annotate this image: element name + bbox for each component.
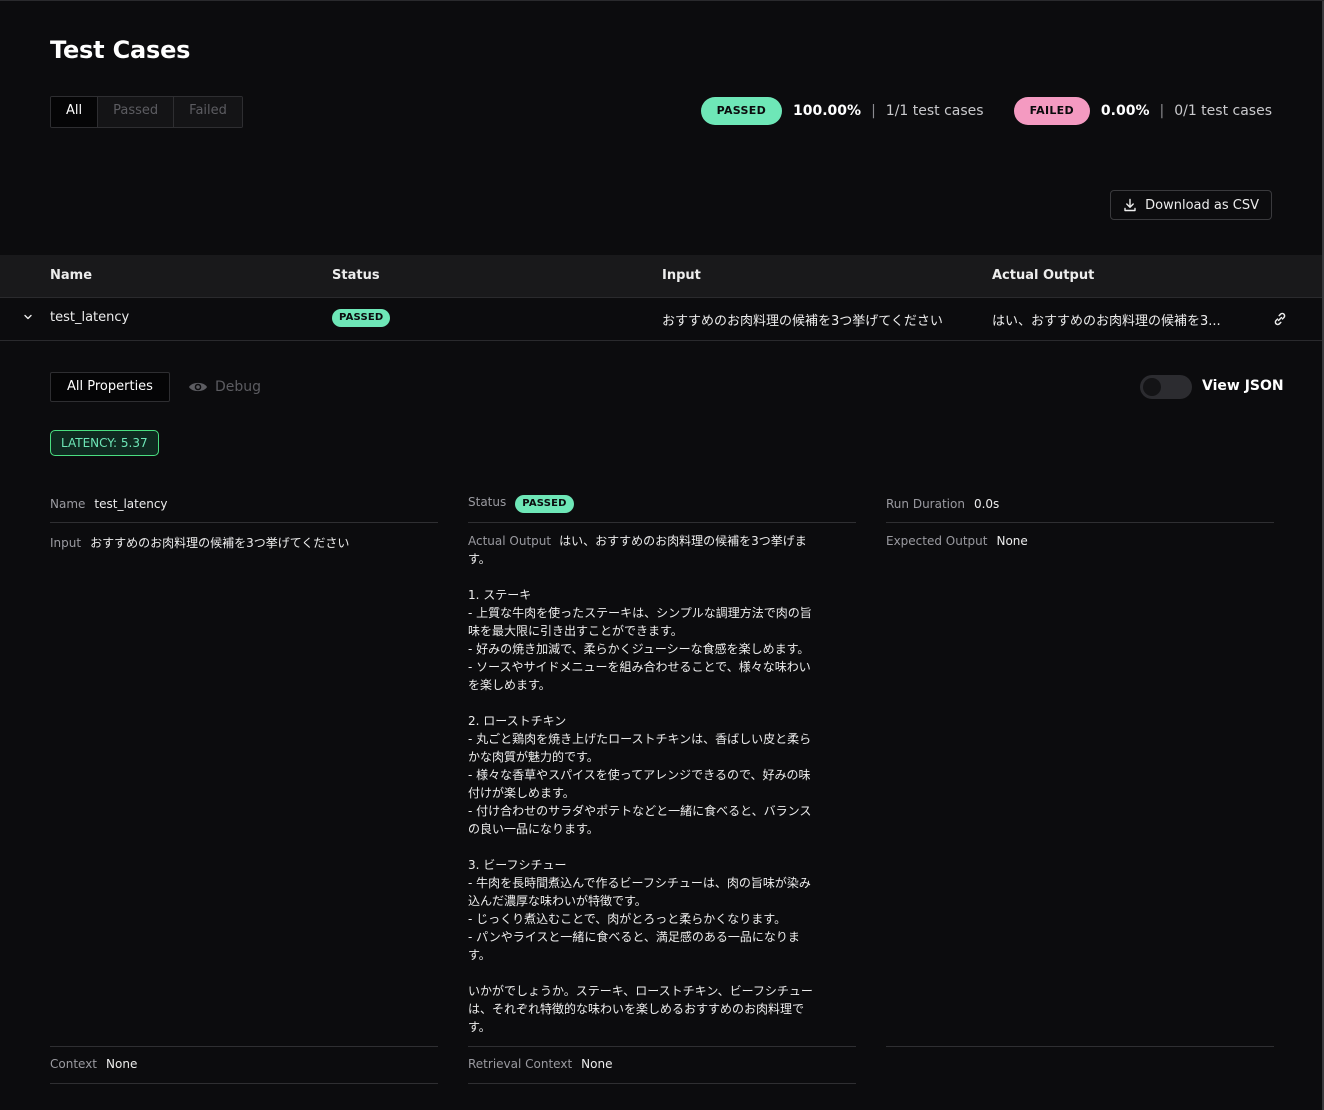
results-summary: PASSED 100.00% | 1/1 test cases FAILED 0… (700, 97, 1272, 125)
view-json-toggle[interactable] (1140, 375, 1192, 399)
row-actual-output: はい、おすすめのお肉料理の候補を3... (992, 314, 1221, 329)
detail-run-duration: Run Duration 0.0s (886, 497, 999, 511)
row-input: おすすめのお肉料理の候補を3つ挙げてください (662, 314, 943, 329)
separator: | (871, 103, 876, 119)
table-row[interactable]: test_latency PASSED おすすめのお肉料理の候補を3つ挙げてくだ… (0, 298, 1322, 341)
eye-icon (189, 382, 207, 392)
toggle-knob (1143, 378, 1161, 396)
divider (886, 522, 1274, 523)
detail-input: Input おすすめのお肉料理の候補を3つ挙げてください (50, 534, 349, 551)
column-header-actual-output: Actual Output (992, 268, 1095, 283)
detail-context-value: None (106, 1057, 138, 1071)
failed-badge: FAILED (1013, 97, 1090, 125)
detail-context: Context None (50, 1057, 137, 1071)
download-csv-label: Download as CSV (1145, 197, 1259, 213)
download-icon (1124, 198, 1136, 212)
debug-tab[interactable]: Debug (188, 379, 261, 395)
detail-run-duration-value: 0.0s (973, 497, 1000, 511)
debug-label: Debug (215, 379, 262, 395)
detail-input-value: おすすめのお肉料理の候補を3つ挙げてください (90, 536, 350, 550)
chevron-down-icon[interactable] (22, 311, 34, 323)
failed-count: 0/1 test cases (1174, 103, 1272, 119)
passed-percent: 100.00% (793, 103, 862, 119)
latency-metric-badge: LATENCY: 5.37 (50, 430, 159, 456)
status-badge: PASSED (332, 309, 391, 327)
column-header-status: Status (332, 268, 380, 283)
detail-status-label: Status (468, 495, 507, 509)
passed-count: 1/1 test cases (885, 103, 984, 119)
link-icon[interactable] (1272, 311, 1288, 327)
divider (50, 1083, 438, 1084)
detail-actual-output: Actual Output はい、おすすめのお肉料理の候補を3つ挙げます。 1. … (468, 532, 814, 1036)
page-title: Test Cases (50, 36, 191, 64)
detail-retrieval-context-value: None (581, 1057, 613, 1071)
detail-status: Status PASSED (468, 495, 574, 513)
passed-badge: PASSED (700, 97, 783, 125)
download-csv-button[interactable]: Download as CSV (1110, 190, 1272, 220)
detail-name: Name test_latency (50, 497, 168, 511)
divider (50, 522, 438, 523)
filter-tab-failed[interactable]: Failed (173, 97, 242, 127)
detail-retrieval-context-label: Retrieval Context (468, 1057, 573, 1071)
detail-name-value: test_latency (94, 497, 168, 511)
status-filter-tabs: All Passed Failed (50, 96, 243, 128)
all-properties-tab[interactable]: All Properties (50, 372, 170, 402)
detail-actual-output-value: はい、おすすめのお肉料理の候補を3つ挙げます。 1. ステーキ - 上質な牛肉を… (468, 534, 813, 1034)
separator: | (1159, 103, 1165, 119)
filter-tab-passed[interactable]: Passed (97, 97, 174, 127)
column-header-input: Input (662, 268, 701, 283)
divider (468, 522, 856, 523)
row-status-cell: PASSED (332, 309, 391, 327)
view-json-label: View JSON (1202, 378, 1284, 394)
detail-expected-output-value: None (996, 534, 1028, 548)
divider (50, 1046, 438, 1047)
detail-context-label: Context (50, 1057, 98, 1071)
divider (468, 1046, 856, 1047)
divider (468, 1083, 856, 1084)
detail-expected-output: Expected Output None (886, 534, 1028, 548)
top-border (0, 0, 1324, 1)
detail-expected-output-label: Expected Output (886, 534, 988, 548)
failed-percent: 0.00% (1100, 103, 1150, 119)
detail-status-badge: PASSED (515, 495, 574, 513)
filter-tab-all[interactable]: All (51, 97, 98, 127)
detail-name-label: Name (50, 497, 86, 511)
row-name: test_latency (50, 310, 130, 325)
detail-run-duration-label: Run Duration (886, 497, 965, 511)
table-header: Name Status Input Actual Output (0, 255, 1322, 298)
column-header-name: Name (50, 268, 93, 283)
detail-retrieval-context: Retrieval Context None (468, 1057, 612, 1071)
test-cases-page: Test Cases All Passed Failed PASSED 100.… (0, 0, 1324, 1110)
detail-input-label: Input (50, 536, 82, 550)
detail-actual-output-label: Actual Output (468, 534, 552, 548)
divider (886, 1046, 1274, 1047)
